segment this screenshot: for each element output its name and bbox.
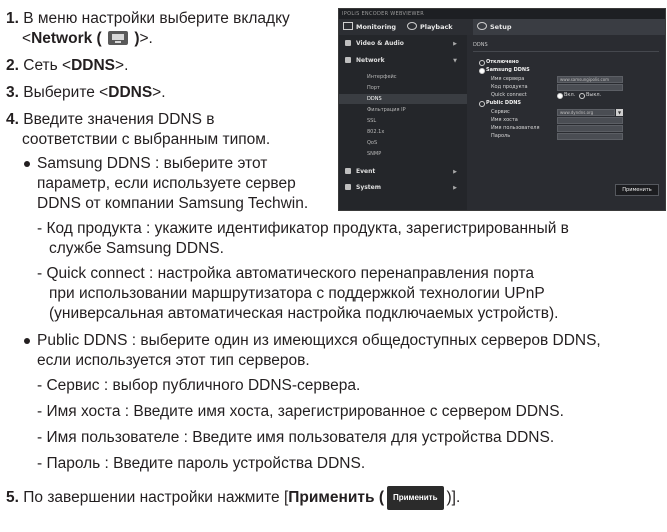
sidebar-active-highlight (339, 94, 467, 104)
samsung-ddns-line-1: Samsung DDNS : выберите этот (37, 155, 268, 172)
hostname-label: Имя хоста (491, 117, 518, 123)
public-ddns-line-1: Public DDNS : выберите один из имеющихся… (37, 332, 601, 349)
radio-off[interactable] (479, 60, 485, 66)
samsung-ddns-line-3: DDNS от компании Samsung Techwin. (37, 195, 309, 212)
service-line: - Сервис : выбор публичного DDNS-сервера… (37, 377, 361, 394)
divider (473, 51, 659, 52)
sidebar-section-video-audio[interactable]: Video & Audio ▶ (339, 37, 467, 51)
radio-quick-on[interactable] (557, 93, 563, 99)
quick-connect-line-2: при использовании маршрутизатора с подде… (49, 285, 545, 302)
password-line: - Пароль : Введите пароль устройства DDN… (37, 455, 366, 472)
hostname-line: - Имя хоста : Введите имя хоста, зарегис… (37, 403, 564, 420)
quick-off-label: Выкл. (586, 92, 602, 98)
chevron-right-icon: ▶ (453, 169, 457, 175)
service-select[interactable]: www.dyndns.org (557, 109, 615, 116)
sidebar-section-network[interactable]: Network ▼ (339, 54, 467, 68)
step-4-line-2: соответствии с выбранным типом. (22, 131, 271, 148)
monitor-icon (343, 22, 353, 30)
chevron-right-icon: ▶ (453, 41, 457, 47)
tab-monitoring[interactable]: Monitoring (343, 19, 396, 35)
chevron-down-icon: ▼ (453, 58, 457, 64)
content-title: DDNS (473, 42, 488, 48)
option-public-label: Public DDNS (486, 100, 522, 106)
apply-button-icon: Применить (386, 486, 444, 510)
tab-setup[interactable]: Setup (473, 19, 665, 35)
tab-playback[interactable]: Playback (407, 19, 453, 35)
samsung-ddns-line-2: параметр, если используете сервер (37, 175, 296, 192)
chevron-right-icon: ▶ (453, 185, 457, 191)
sidebar-item-ddns[interactable]: DDNS (367, 94, 382, 104)
product-code-label: Код продукта (491, 84, 528, 90)
apply-button[interactable]: Применить (615, 184, 659, 196)
step-5: 5. По завершении настройки нажмите [Прим… (6, 486, 460, 510)
option-samsung-label: Samsung DDNS (486, 67, 530, 73)
sidebar-item-8021x[interactable]: 802.1x (367, 127, 384, 137)
radio-quick-off[interactable] (579, 93, 585, 99)
video-icon (345, 40, 351, 46)
sidebar-item-interface[interactable]: Интерфейс (367, 72, 397, 82)
playback-icon (407, 22, 417, 30)
sidebar-section-event[interactable]: Event ▶ (339, 165, 467, 179)
step-4-line-1: 4. Введите значения DDNS в (6, 111, 215, 128)
product-code-line-1: - Код продукта : укажите идентификатор п… (37, 220, 569, 237)
radio-samsung-ddns[interactable] (479, 68, 485, 74)
quick-connect-line-1: - Quick connect : настройка автоматическ… (37, 265, 534, 282)
gear-icon (477, 22, 487, 30)
password-label: Пароль (491, 133, 511, 139)
sidebar-item-ip-filter[interactable]: Фильтрация IP (367, 105, 406, 115)
product-code-field[interactable] (557, 84, 623, 91)
option-off-label: Отключено (486, 59, 519, 65)
bullet-dot (24, 161, 30, 167)
quick-connect-line-3: (универсальная автоматическая настройка … (49, 305, 559, 322)
username-line: - Имя пользователе : Введите имя пользов… (37, 429, 555, 446)
sidebar-item-qos[interactable]: QoS (367, 138, 377, 148)
quick-on-label: Вкл. (564, 92, 576, 98)
bullet-dot (24, 338, 30, 344)
step-1-line-2: <Network ( )>. (22, 30, 153, 47)
server-name-field[interactable]: www.samsungipolis.com (557, 76, 623, 83)
step-1-line-1: 1. В меню настройки выберите вкладку (6, 10, 290, 27)
sidebar-section-system[interactable]: System ▶ (339, 181, 467, 195)
event-icon (345, 168, 351, 174)
network-icon (345, 57, 351, 63)
quick-connect-label: Quick connect (491, 92, 527, 98)
network-icon (108, 31, 128, 45)
server-name-label: Имя сервера (491, 76, 525, 82)
webviewer-screenshot: IPOLiS ENCODER WEBVIEWER Monitoring Play… (338, 8, 666, 211)
service-label: Сервис (491, 109, 510, 115)
username-field[interactable] (557, 125, 623, 132)
product-code-line-2: службе Samsung DDNS. (49, 240, 224, 257)
public-ddns-line-2: если используется этот тип серверов. (37, 352, 310, 369)
sidebar-item-snmp[interactable]: SNMP (367, 149, 381, 159)
username-label: Имя пользователя (491, 125, 540, 131)
step-2: 2. Сеть <DDNS>. (6, 57, 129, 74)
hostname-field[interactable] (557, 117, 623, 124)
radio-public-ddns[interactable] (479, 101, 485, 107)
step-3: 3. Выберите <DDNS>. (6, 84, 166, 101)
sidebar-item-ssl[interactable]: SSL (367, 116, 376, 126)
password-field[interactable] (557, 133, 623, 140)
sidebar-item-port[interactable]: Порт (367, 83, 380, 93)
chevron-down-icon[interactable]: ▼ (616, 109, 623, 116)
brand-label: IPOLiS ENCODER WEBVIEWER (342, 11, 424, 17)
system-icon (345, 184, 351, 190)
